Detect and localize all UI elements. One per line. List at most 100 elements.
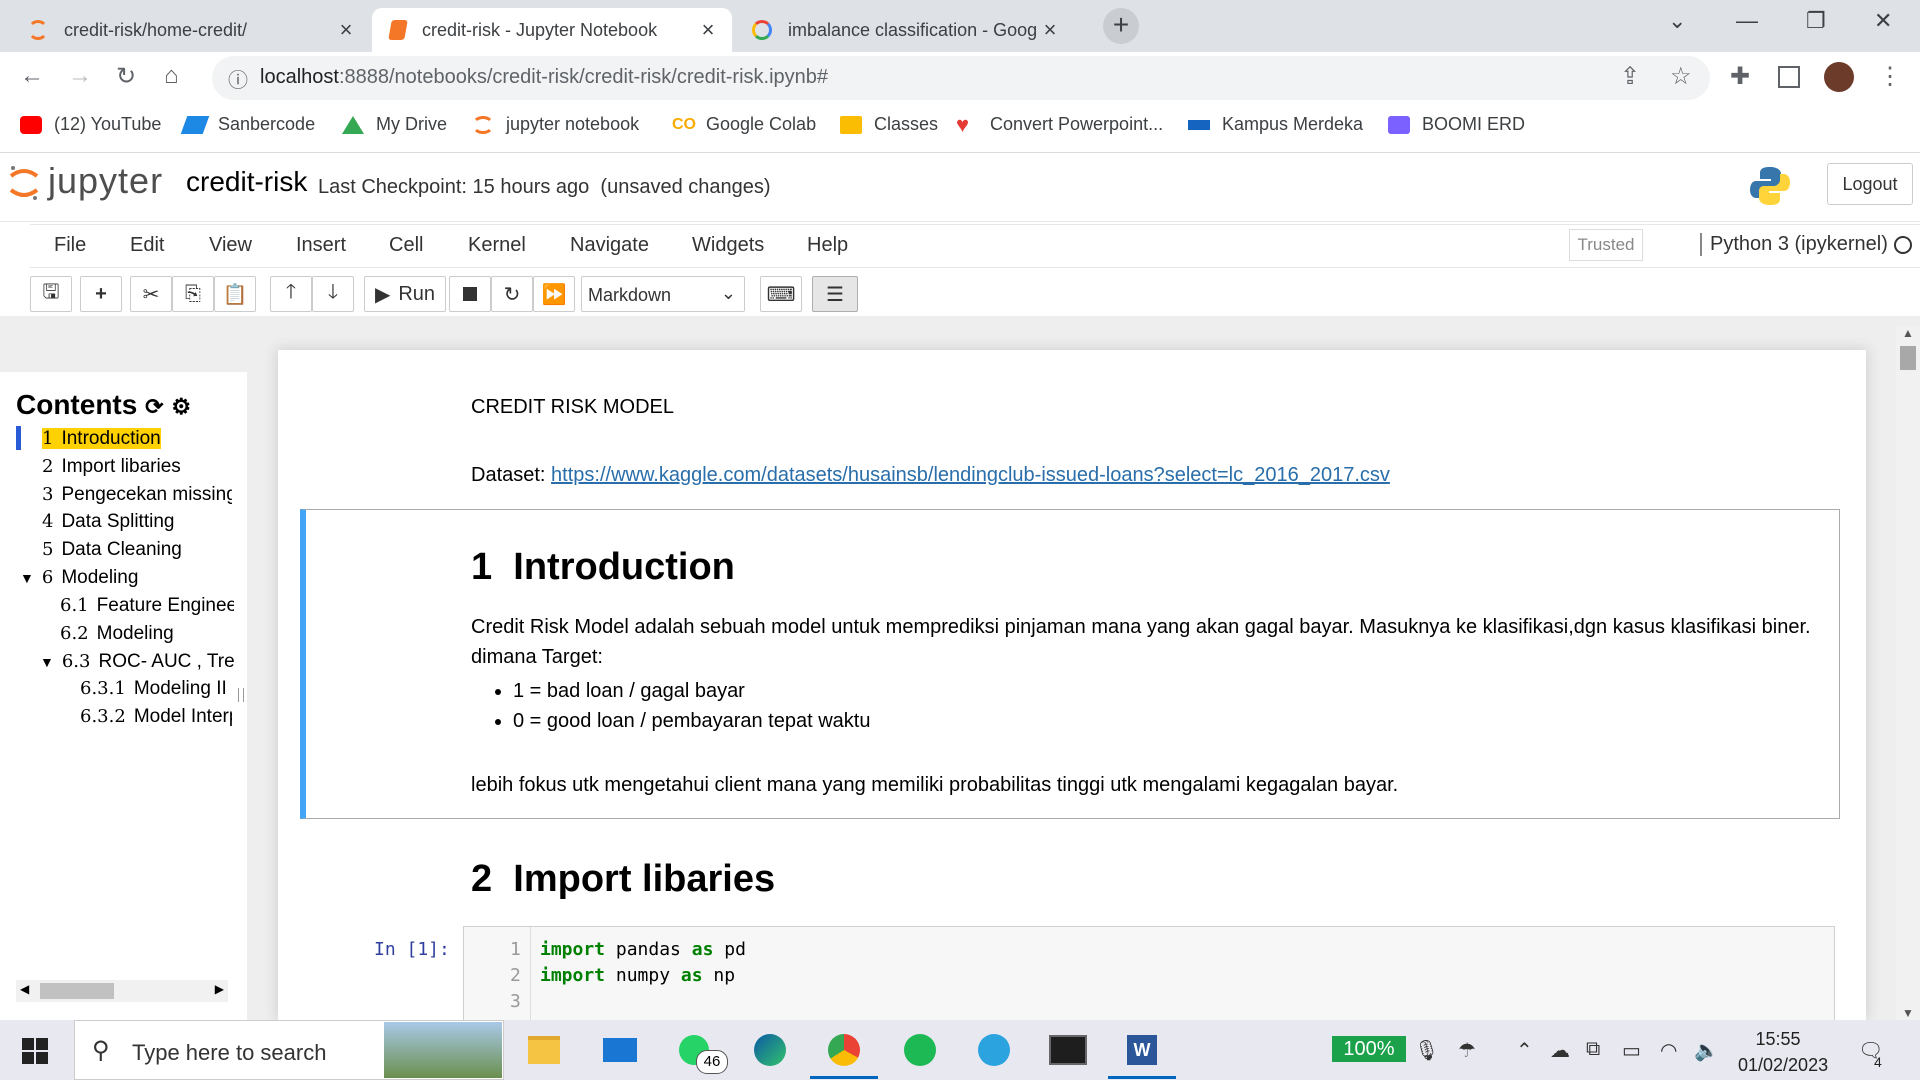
tab-google-search[interactable]: imbalance classification - Google ×	[734, 8, 1074, 52]
tab-credit-risk-notebook[interactable]: credit-risk - Jupyter Notebook ×	[372, 8, 732, 52]
gear-icon[interactable]: ⚙	[171, 394, 191, 419]
battery-icon[interactable]: ▭	[1622, 1038, 1641, 1063]
close-icon[interactable]: ×	[696, 17, 720, 43]
restart-run-all-button[interactable]: ⏩	[533, 276, 575, 312]
copy-button[interactable]: ⎘	[172, 276, 214, 312]
scroll-thumb[interactable]	[40, 983, 114, 999]
search-placeholder[interactable]: Type here to search	[132, 1040, 326, 1066]
close-icon[interactable]: ×	[334, 17, 358, 43]
menu-help[interactable]: Help	[807, 234, 848, 257]
caret-down-icon[interactable]: ▼	[40, 654, 54, 670]
interrupt-button[interactable]	[449, 276, 491, 312]
bookmark-kampus-merdeka[interactable]: Kampus Merdeka	[1188, 114, 1363, 135]
menu-navigate[interactable]: Navigate	[570, 234, 649, 257]
trusted-indicator[interactable]: Trusted	[1569, 229, 1643, 261]
new-tab-button[interactable]: +	[1103, 8, 1139, 44]
screen-capture-icon[interactable]: ⧉	[1586, 1038, 1600, 1061]
menu-edit[interactable]: Edit	[130, 234, 164, 257]
toc-item-import-libaries[interactable]: 2 Import libaries	[42, 456, 232, 478]
move-down-button[interactable]: 🡓	[312, 276, 354, 312]
bookmark-star-icon[interactable]: ☆	[1670, 62, 1692, 91]
terminal-icon[interactable]	[1046, 1030, 1090, 1070]
code-text[interactable]: import pandas as pd	[540, 939, 746, 960]
toc-item-modeling-ii[interactable]: 6.3.1 Modeling II	[80, 678, 232, 700]
toc-item-introduction[interactable]: 1 Introduction	[42, 428, 242, 450]
side-panel-icon[interactable]	[1778, 66, 1800, 88]
spotify-icon[interactable]	[898, 1030, 942, 1070]
bookmark-convert-powerpoint[interactable]: ♥ Convert Powerpoint...	[956, 113, 1163, 135]
onedrive-icon[interactable]: ☁	[1550, 1038, 1570, 1063]
tab-home-credit[interactable]: credit-risk/home-credit/ ×	[10, 8, 370, 52]
menu-kernel[interactable]: Kernel	[468, 234, 526, 257]
run-button[interactable]: ▶ Run	[364, 276, 446, 312]
menu-insert[interactable]: Insert	[296, 234, 346, 257]
minimize-button[interactable]: —	[1736, 8, 1758, 34]
word-icon[interactable]: W	[1120, 1030, 1164, 1070]
menu-cell[interactable]: Cell	[389, 234, 423, 257]
bookmark-boomi-erd[interactable]: BOOMI ERD	[1388, 114, 1525, 135]
extensions-icon[interactable]: ✚	[1730, 62, 1750, 91]
mail-icon[interactable]	[598, 1030, 642, 1070]
refresh-icon[interactable]: ⟳	[145, 394, 163, 419]
toc-toggle-button[interactable]: ☰	[812, 276, 858, 312]
share-icon[interactable]: ⇪	[1620, 62, 1640, 91]
reload-icon[interactable]: ↻	[116, 62, 136, 91]
windows-start-icon[interactable]	[22, 1038, 48, 1064]
scroll-left-icon[interactable]: ◀	[20, 982, 29, 996]
scroll-down-icon[interactable]: ▼	[1902, 1006, 1914, 1020]
caret-down-icon[interactable]: ▼	[20, 570, 34, 586]
toc-item-model-interpretation[interactable]: 6.3.2 Model Interpretation	[80, 706, 232, 728]
logout-button[interactable]: Logout	[1827, 163, 1913, 205]
tab-search-icon[interactable]: ⌄	[1668, 8, 1686, 34]
jupyter-logo-icon[interactable]	[8, 164, 40, 202]
scroll-right-icon[interactable]: ▶	[215, 982, 224, 996]
sidebar-resize-handle[interactable]	[238, 688, 244, 702]
toc-item-roc-auc[interactable]: ▼ 6.3 ROC- AUC , Treshold	[40, 651, 234, 673]
forward-icon[interactable]: →	[68, 62, 92, 90]
code-text[interactable]: import numpy as np	[540, 965, 735, 986]
edge-icon[interactable]	[748, 1030, 792, 1070]
dataset-link[interactable]: https://www.kaggle.com/datasets/husainsb…	[551, 464, 1390, 486]
menu-widgets[interactable]: Widgets	[692, 234, 764, 257]
telegram-icon[interactable]	[972, 1030, 1016, 1070]
home-icon[interactable]: ⌂	[164, 62, 179, 90]
avatar[interactable]	[1824, 62, 1854, 92]
bookmark-my-drive[interactable]: My Drive	[342, 114, 447, 135]
code-cell[interactable]: 1 import pandas as pd 2 import numpy as …	[463, 926, 1835, 1022]
toc-item-modeling[interactable]: ▼ 6 Modeling	[20, 567, 230, 589]
chevron-up-icon[interactable]: ⌃	[1516, 1038, 1533, 1063]
scroll-thumb[interactable]	[1900, 346, 1916, 370]
toc-horizontal-scrollbar[interactable]: ◀ ▶	[16, 980, 228, 1002]
paste-button[interactable]: 📋	[214, 276, 256, 312]
bookmark-google-colab[interactable]: CO Google Colab	[672, 114, 816, 135]
weather-icon[interactable]: ☂	[1458, 1038, 1476, 1063]
volume-icon[interactable]: 🔈	[1694, 1038, 1719, 1063]
command-palette-button[interactable]: ⌨	[760, 276, 802, 312]
microphone-icon[interactable]: 🎙	[1414, 1038, 1439, 1063]
restore-button[interactable]: ❐	[1806, 8, 1826, 34]
page-scrollbar[interactable]: ▲ ▼	[1896, 326, 1920, 1020]
menu-view[interactable]: View	[209, 234, 252, 257]
toc-item-data-splitting[interactable]: 4 Data Splitting	[42, 511, 232, 533]
cut-button[interactable]: ✂	[130, 276, 172, 312]
close-icon[interactable]: ×	[1038, 17, 1062, 43]
battery-widget[interactable]: 100%	[1332, 1036, 1406, 1062]
more-menu-icon[interactable]: ⋮	[1878, 62, 1902, 91]
save-button[interactable]: 🖫	[30, 276, 72, 312]
bookmark-classes[interactable]: Classes	[840, 114, 938, 135]
bookmark-youtube[interactable]: (12) YouTube	[20, 114, 161, 135]
wifi-icon[interactable]: ◠	[1660, 1038, 1677, 1063]
cell-type-select[interactable]: Markdown ⌄	[581, 276, 745, 312]
jupyter-logo-text[interactable]: jupyter	[48, 160, 163, 202]
insert-cell-button[interactable]: +	[80, 276, 122, 312]
toc-item-feature-engineering[interactable]: 6.1 Feature Engineering	[60, 595, 234, 617]
url-text[interactable]: localhost:8888/notebooks/credit-risk/cre…	[260, 66, 828, 89]
file-explorer-icon[interactable]	[522, 1030, 566, 1070]
toc-item-data-cleaning[interactable]: 5 Data Cleaning	[42, 539, 232, 561]
scroll-up-icon[interactable]: ▲	[1902, 326, 1914, 340]
bookmark-jupyter-notebook[interactable]: jupyter notebook	[472, 114, 639, 135]
close-window-button[interactable]: ✕	[1874, 8, 1892, 34]
toc-item-modeling-sub[interactable]: 6.2 Modeling	[60, 623, 234, 645]
toc-item-pengecekan-missing[interactable]: 3 Pengecekan missing	[42, 484, 232, 506]
info-icon[interactable]: ⓘ	[228, 64, 248, 93]
